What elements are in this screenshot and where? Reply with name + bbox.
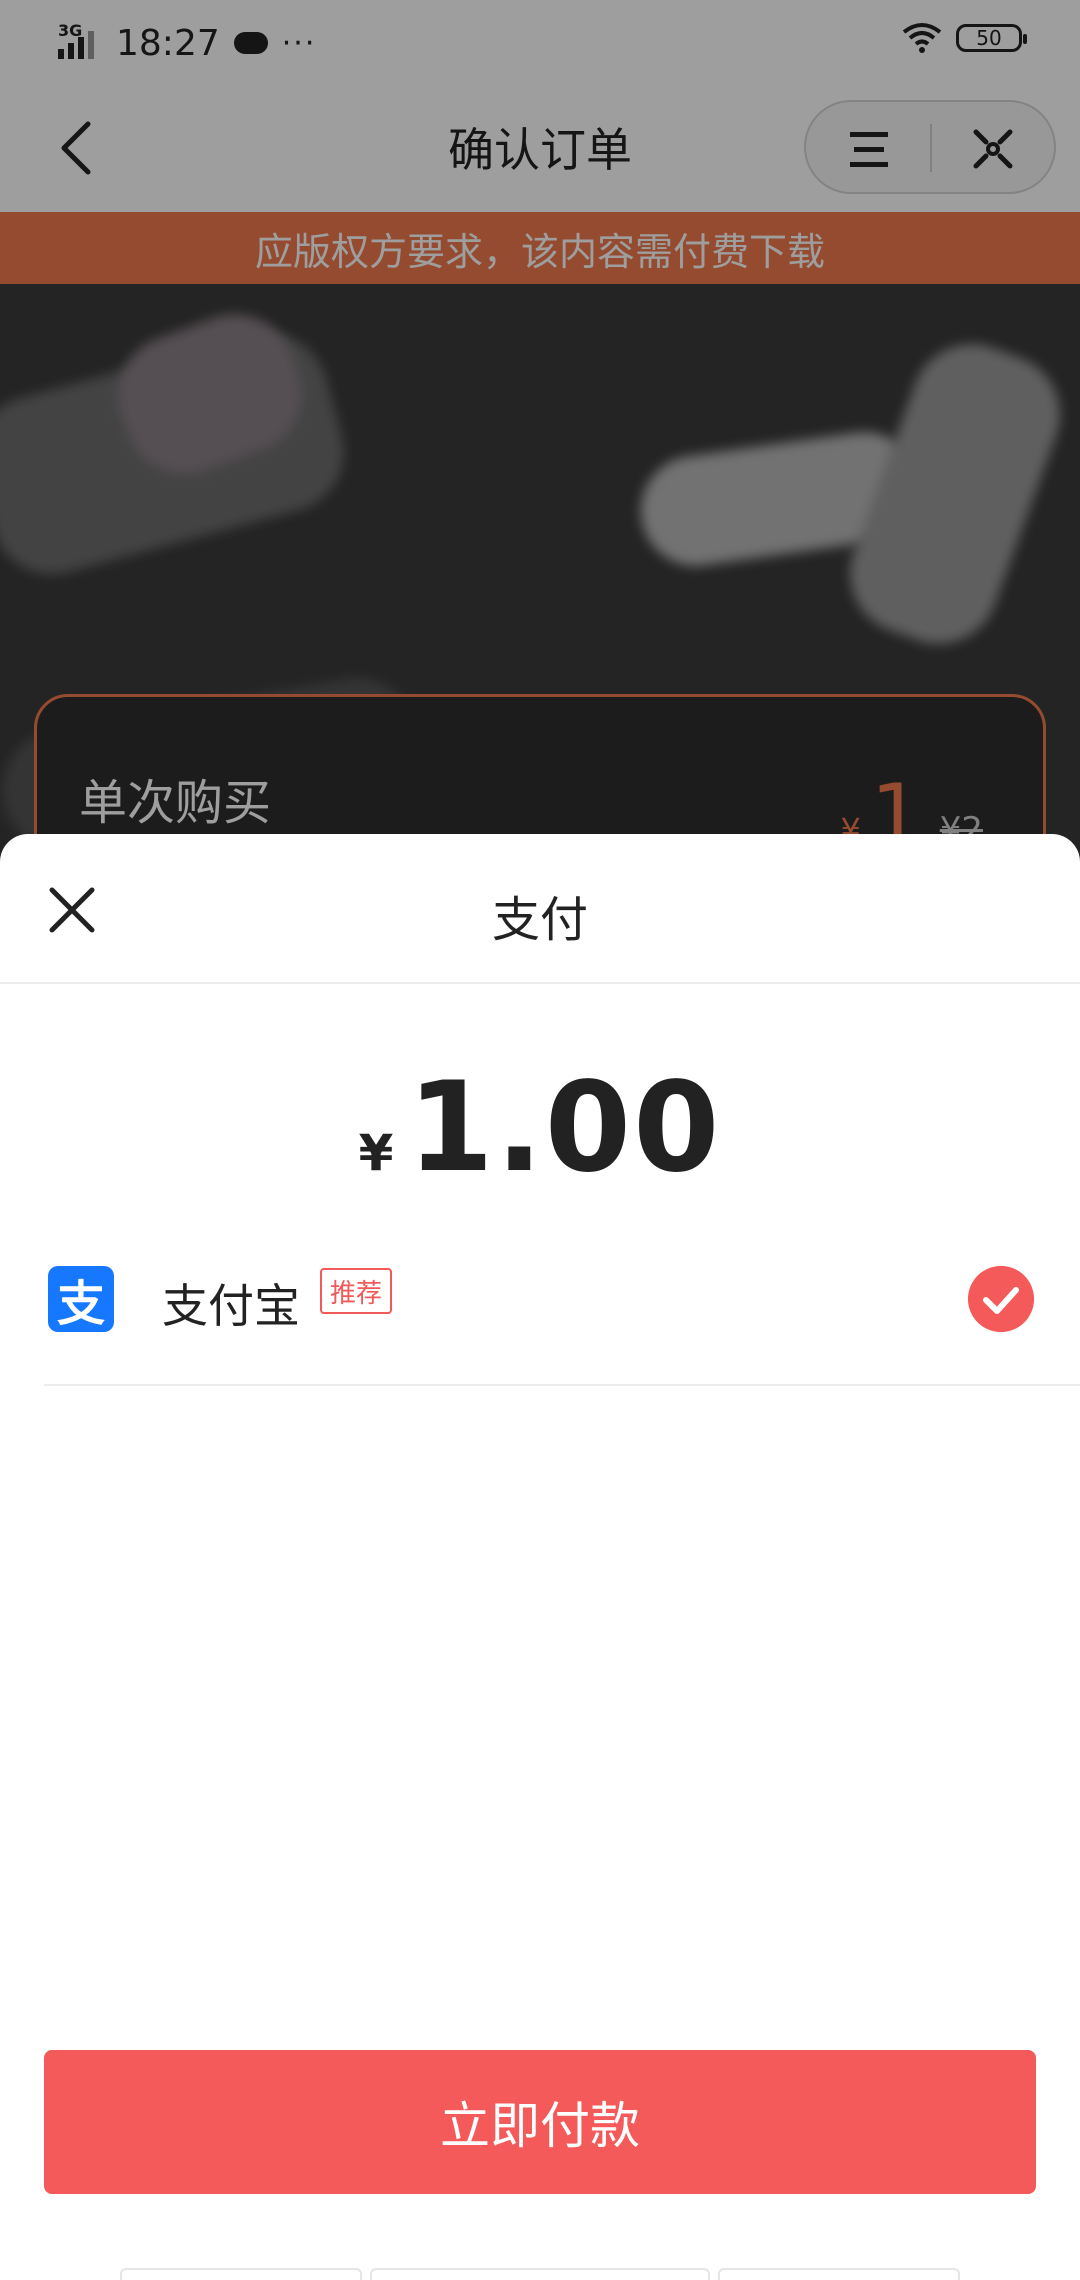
payment-amount: ¥ 1.00 xyxy=(0,1056,1080,1200)
payment-method-alipay[interactable]: 支 支付宝 推荐 xyxy=(44,1234,1080,1386)
sheet-header: 支付 xyxy=(0,834,1080,984)
pay-now-button[interactable]: 立即付款 xyxy=(44,2050,1036,2194)
amount-value: 1.00 xyxy=(407,1056,722,1200)
bottom-keyboard-hint xyxy=(120,2268,960,2280)
payment-sheet: 支付 ¥ 1.00 支 支付宝 推荐 立即付款 xyxy=(0,834,1080,2280)
check-icon[interactable] xyxy=(968,1266,1034,1332)
recommended-badge: 推荐 xyxy=(320,1268,393,1314)
alipay-icon: 支 xyxy=(48,1266,114,1332)
sheet-title: 支付 xyxy=(491,892,588,948)
payment-method-name: 支付宝 xyxy=(162,1279,300,1333)
amount-currency: ¥ xyxy=(358,1124,394,1182)
